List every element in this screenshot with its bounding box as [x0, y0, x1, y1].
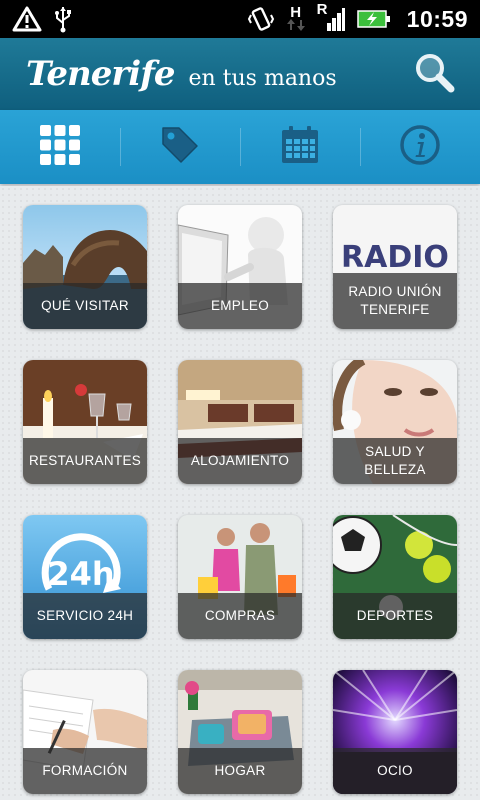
tile-label: HOGAR	[178, 748, 302, 794]
tile-ocio[interactable]: OCIO	[333, 670, 457, 794]
calendar-icon	[279, 124, 321, 171]
tile-label: EMPLEO	[178, 283, 302, 329]
usb-icon	[54, 5, 72, 33]
tile-alojamiento[interactable]: ALOJAMIENTO	[178, 360, 302, 484]
tile-que-visitar[interactable]: QUÉ VISITAR	[23, 205, 147, 329]
tile-label: SALUD Y BELLEZA	[333, 438, 457, 484]
clock: 10:59	[406, 5, 468, 32]
tab-calendar[interactable]	[240, 110, 360, 184]
tile-label: RESTAURANTES	[23, 438, 147, 484]
tile-label: QUÉ VISITAR	[23, 283, 147, 329]
tile-compras[interactable]: COMPRAS	[178, 515, 302, 639]
tab-info[interactable]	[360, 110, 480, 184]
tile-salud-y-belleza[interactable]: SALUD Y BELLEZA	[333, 360, 457, 484]
tile-radio-union-tenerife[interactable]: RADIO RADIO UNIÓN TENERIFE	[333, 205, 457, 329]
tile-label: RADIO UNIÓN TENERIFE	[333, 273, 457, 329]
tile-deportes[interactable]: DEPORTES	[333, 515, 457, 639]
search-icon	[413, 51, 455, 98]
tile-empleo[interactable]: EMPLEO	[178, 205, 302, 329]
tile-label: COMPRAS	[178, 593, 302, 639]
tile-servicio-24h[interactable]: 24h SERVICIO 24H	[23, 515, 147, 639]
svg-text:24h: 24h	[47, 555, 114, 593]
hsdpa-icon: H	[286, 4, 305, 31]
app-header: Tenerife en tus manos	[0, 38, 480, 110]
vibrate-icon	[247, 5, 275, 33]
info-icon	[399, 124, 441, 171]
tile-hogar[interactable]: HOGAR	[178, 670, 302, 794]
tile-formacion[interactable]: FORMACIÓN	[23, 670, 147, 794]
app-tagline: en tus manos	[188, 66, 337, 91]
brand: Tenerife en tus manos	[26, 54, 337, 94]
search-button[interactable]	[410, 50, 458, 98]
tag-icon	[159, 124, 201, 171]
grid-icon	[39, 124, 81, 171]
category-grid: QUÉ VISITAR EMPLEO RADIO RADIO UNIÓN TEN…	[0, 186, 480, 800]
signal-icon: R	[317, 1, 345, 33]
tile-restaurantes[interactable]: RESTAURANTES	[23, 360, 147, 484]
tile-label: SERVICIO 24H	[23, 593, 147, 639]
tile-label: FORMACIÓN	[23, 748, 147, 794]
main-toolbar	[0, 110, 480, 184]
status-bar: H R 10:59	[0, 0, 480, 38]
tab-offers[interactable]	[120, 110, 240, 184]
battery-charging-icon	[356, 8, 391, 30]
tile-label: OCIO	[333, 748, 457, 794]
tile-label: DEPORTES	[333, 593, 457, 639]
warning-icon	[12, 6, 42, 32]
tile-label: ALOJAMIENTO	[178, 438, 302, 484]
tab-menu[interactable]	[0, 110, 120, 184]
network-type-label: H	[290, 4, 302, 21]
app-logo: Tenerife	[26, 54, 175, 94]
roaming-label: R	[316, 1, 328, 18]
svg-text:RADIO: RADIO	[341, 240, 449, 275]
